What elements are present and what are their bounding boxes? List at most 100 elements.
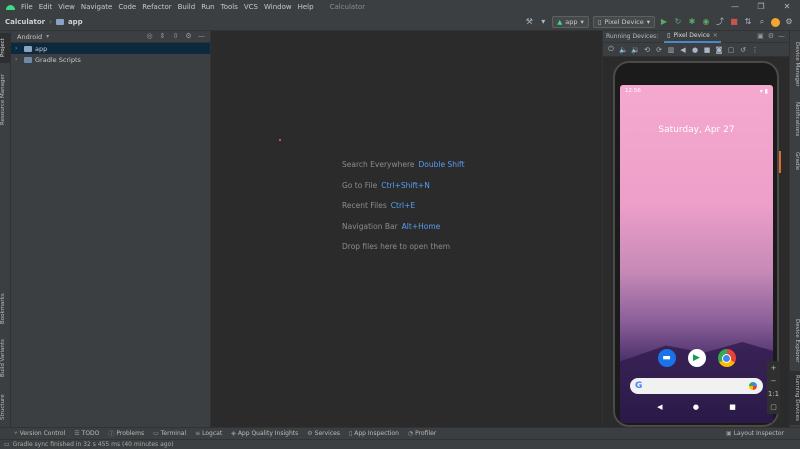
tab-project[interactable]: Project [0, 33, 11, 63]
stop-icon[interactable]: ■ [729, 17, 739, 27]
snapshot-icon[interactable]: ↺ [739, 46, 747, 54]
menu-view[interactable]: View [58, 3, 75, 11]
tab-resource-manager[interactable]: Resource Manager [0, 69, 11, 129]
tool-profiler[interactable]: ◔ Profiler [408, 430, 436, 437]
volume-down-icon[interactable]: 🔉 [631, 46, 640, 54]
tab-structure[interactable]: Structure [0, 389, 11, 425]
tab-pixel-device[interactable]: ▯ Pixel Device × [664, 31, 721, 43]
menu-help[interactable]: Help [298, 3, 314, 11]
chevron-right-icon[interactable]: › [15, 45, 21, 52]
screenshot-icon[interactable]: ◙ [715, 46, 723, 54]
menu-tools[interactable]: Tools [221, 3, 238, 11]
power-icon[interactable]: ⏻ [607, 45, 615, 54]
close-icon[interactable]: × [713, 32, 718, 39]
play-store-app-icon[interactable]: ▶ [687, 349, 706, 367]
settings-gear-icon[interactable]: ⚙ [784, 17, 794, 27]
menu-run[interactable]: Run [201, 3, 214, 11]
fold-icon[interactable]: ▥ [667, 46, 675, 54]
more-options-icon[interactable]: ⋮ [751, 46, 759, 54]
hide-panel-icon[interactable]: — [778, 32, 785, 40]
hide-panel-icon[interactable]: — [197, 32, 206, 40]
restore-icon[interactable]: ❐ [748, 0, 774, 14]
settings-gear-icon[interactable]: ⚙ [184, 32, 193, 40]
attach-debugger-icon[interactable]: ⤴ [715, 17, 725, 27]
tree-item-gradle-scripts[interactable]: › Gradle Scripts [11, 54, 210, 65]
tool-todo[interactable]: ☰ TODO [74, 430, 99, 437]
account-avatar[interactable] [771, 17, 780, 27]
debug-icon[interactable]: ✱ [687, 17, 697, 27]
tab-gradle[interactable]: Gradle [789, 149, 800, 173]
menu-vcs[interactable]: VCS [244, 3, 258, 11]
tab-bookmarks[interactable]: Bookmarks [0, 289, 11, 329]
zoom-out-icon[interactable]: − [771, 377, 777, 385]
tool-problems[interactable]: ⓘ Problems [108, 429, 144, 438]
tab-device-explorer[interactable]: Device Explorer [789, 315, 800, 367]
record-icon[interactable]: ▢ [727, 46, 735, 54]
menu-code[interactable]: Code [118, 3, 136, 11]
overview-icon[interactable]: ■ [703, 46, 711, 54]
tool-app-quality-insights[interactable]: ◈ App Quality Insights [231, 430, 298, 437]
zoom-in-icon[interactable]: + [771, 364, 777, 372]
search-icon[interactable]: ⌕ [757, 17, 767, 27]
google-search-bar[interactable]: G [630, 378, 763, 394]
title-bar: File Edit View Navigate Code Refactor Bu… [0, 0, 800, 14]
fit-screen-icon[interactable]: ▢ [770, 403, 777, 411]
settings-gear-icon[interactable]: ⚙ [768, 32, 774, 40]
volume-up-icon[interactable]: 🔈 [619, 46, 628, 54]
hammer-icon[interactable]: ⚒ [524, 17, 534, 27]
messages-app-icon[interactable]: ▬ [657, 349, 676, 367]
phone-screen[interactable]: 12:56 ▾ ▮ Saturday, Apr 27 ▬ ▶ G ◀ ● ■ [620, 85, 773, 423]
tab-running-devices[interactable]: Running Devices [789, 371, 800, 425]
zoom-actual-size[interactable]: 1:1 [768, 390, 779, 398]
editor-area[interactable]: Search Everywhere Double Shift Go to File… [212, 31, 602, 427]
hint-text: Recent Files [342, 201, 387, 210]
locate-icon[interactable]: ◎ [145, 32, 154, 40]
close-window-icon[interactable]: ✕ [774, 0, 800, 14]
menu-window[interactable]: Window [264, 3, 292, 11]
tool-app-inspection[interactable]: ▯ App Inspection [349, 430, 399, 437]
menu-build[interactable]: Build [178, 3, 196, 11]
rotate-left-icon[interactable]: ⟲ [643, 46, 651, 54]
apply-changes-icon[interactable]: ↻ [673, 17, 683, 27]
tool-terminal[interactable]: ▭ Terminal [153, 430, 186, 437]
device-selector[interactable]: ▯ Pixel Device ▾ [592, 16, 655, 28]
chevron-down-icon[interactable]: ▾ [538, 17, 548, 27]
tool-layout-inspector[interactable]: ▣ Layout Inspector [726, 430, 784, 437]
assistant-icon[interactable] [749, 382, 757, 390]
menu-edit[interactable]: Edit [39, 3, 53, 11]
sync-gradle-icon[interactable]: ⇅ [743, 17, 753, 27]
hint-text: Navigation Bar [342, 221, 398, 231]
back-icon[interactable]: ◀ [679, 46, 687, 54]
tool-label: Terminal [160, 430, 187, 437]
menu-navigate[interactable]: Navigate [81, 3, 112, 11]
chevron-right-icon[interactable]: › [15, 56, 21, 63]
tool-version-control[interactable]: ⑂ Version Control [14, 430, 65, 437]
tool-label: Services [314, 430, 340, 437]
run-icon[interactable]: ▶ [659, 17, 669, 27]
profile-icon[interactable]: ◉ [701, 17, 711, 27]
menu-refactor[interactable]: Refactor [142, 3, 171, 11]
tool-services[interactable]: ⚙ Services [307, 430, 340, 437]
android-studio-logo-icon [6, 3, 15, 12]
tool-logcat[interactable]: ≡ Logcat [195, 430, 222, 437]
tab-device-manager[interactable]: Device Manager [789, 37, 800, 91]
status-message[interactable]: Gradle sync finished in 32 s 455 ms (40 … [13, 441, 174, 448]
tab-build-variants[interactable]: Build Variants [0, 336, 11, 380]
phone-home-icon[interactable]: ● [693, 403, 699, 411]
menu-file[interactable]: File [21, 3, 33, 11]
chrome-app-icon[interactable] [717, 349, 736, 367]
tree-item-app[interactable]: › app [11, 43, 210, 54]
breadcrumb-module[interactable]: app [68, 18, 83, 26]
breadcrumb-project[interactable]: Calculator [5, 18, 45, 26]
tab-notifications[interactable]: Notifications [789, 97, 800, 141]
project-view-selector[interactable]: Android ▾ ◎ ⇕ ⇳ ⚙ — [11, 31, 210, 43]
expand-all-icon[interactable]: ⇕ [158, 32, 167, 40]
minimize-icon[interactable]: — [722, 0, 748, 14]
phone-recents-icon[interactable]: ■ [729, 403, 736, 411]
rotate-right-icon[interactable]: ⟳ [655, 46, 663, 54]
window-layout-icon[interactable]: ▣ [757, 32, 764, 40]
run-config-selector[interactable]: ▲ app ▾ [552, 16, 589, 28]
collapse-all-icon[interactable]: ⇳ [171, 32, 180, 40]
phone-back-icon[interactable]: ◀ [657, 403, 662, 411]
home-icon[interactable]: ● [691, 46, 699, 54]
